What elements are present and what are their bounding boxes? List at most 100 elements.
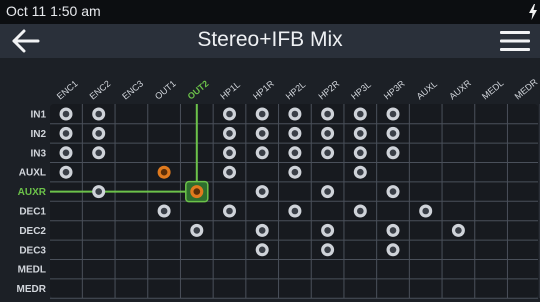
crosspoint-in3-hp2r[interactable] [321,146,335,160]
crosspoint-in2-hp3r[interactable] [386,126,400,140]
crosspoint-node-center [291,130,299,137]
row-label-in1[interactable]: IN1 [30,110,46,121]
crosspoint-node-center [357,110,364,118]
column-label-out2[interactable]: OUT2 [186,78,211,101]
column-label-hp2r[interactable]: HP2R [316,78,341,101]
crosspoint-in2-hp3l[interactable] [353,126,367,140]
column-label-hp1l[interactable]: HP1L [218,79,242,101]
column-label-hp1r[interactable]: HP1R [251,78,276,101]
crosspoint-dec3-hp1r[interactable] [255,243,269,257]
crosspoint-auxl-hp3l[interactable] [353,165,367,179]
crosspoint-node-center [160,207,168,215]
crosspoint-auxr-enc2[interactable] [92,185,106,199]
crosspoint-dec2-hp1r[interactable] [255,223,269,237]
column-label-out1[interactable]: OUT1 [153,78,178,101]
crosspoint-in1-hp1l[interactable] [223,107,236,121]
crosspoint-in1-hp2l[interactable] [288,107,302,121]
row-label-dec1[interactable]: DEC1 [19,207,46,218]
crosspoint-in1-hp2r[interactable] [321,107,335,121]
crosspoint-dec1-out1[interactable] [157,204,171,218]
crosspoint-in3-hp3l[interactable] [353,146,367,160]
column-label-auxl[interactable]: AUXL [415,79,439,102]
crosspoint-in2-hp1r[interactable] [255,126,269,140]
column-label-enc3[interactable]: ENC3 [120,78,145,101]
row-label-in2[interactable]: IN2 [30,129,46,140]
crosspoint-in2-hp2l[interactable] [288,126,302,140]
column-label-hp3l[interactable]: HP3L [349,79,373,101]
crosspoint-in2-enc1[interactable] [59,126,73,140]
crosspoint-auxl-hp1l[interactable] [223,165,236,179]
title-bar: Stereo+IFB Mix [0,24,540,58]
row-label-dec3[interactable]: DEC3 [19,245,46,256]
crosspoint-dec1-hp3l[interactable] [353,204,367,218]
crosspoint-in1-enc2[interactable] [92,107,106,121]
crosspoint-node-center [422,207,429,215]
row-label-medl[interactable]: MEDL [18,265,46,276]
crosspoint-node-center [62,130,70,137]
crosspoint-dec2-auxr[interactable] [451,223,465,237]
crosspoint-auxr-hp1r[interactable] [255,185,269,199]
crosspoint-dec3-hp3r[interactable] [386,243,400,257]
crosspoint-auxr-hp2r[interactable] [321,185,335,199]
crosspoint-node-center [389,227,397,234]
crosspoint-in1-hp3l[interactable] [353,107,367,121]
status-time: Oct 11 1:50 am [6,3,101,19]
crosspoint-node-center [357,207,364,215]
crosspoint-node-center [389,246,397,254]
crosspoint-dec1-hp2l[interactable] [288,204,302,218]
crosspoint-dec2-hp2r[interactable] [321,223,335,237]
crosspoint-node-center [95,130,102,137]
crosspoint-dec2-hp3r[interactable] [386,223,400,237]
crosspoint-in1-enc1[interactable] [59,107,73,121]
column-label-hp3r[interactable]: HP3R [382,78,407,101]
crosspoint-node-center [62,168,70,176]
crosspoint-node-center [193,227,201,234]
crosspoint-node-center [324,246,331,254]
crosspoint-dec3-hp2r[interactable] [321,243,335,257]
crosspoint-in2-hp2r[interactable] [321,126,335,140]
crosspoint-in3-hp1r[interactable] [255,146,269,160]
crosspoint-node-center [324,188,331,195]
crosspoint-in1-hp3r[interactable] [386,107,400,121]
crosspoint-node-center [95,149,102,157]
crosspoint-auxl-hp2l[interactable] [288,165,302,179]
column-label-medr[interactable]: MEDR [513,77,540,102]
crosspoint-in3-enc2[interactable] [92,146,106,160]
row-label-auxl[interactable]: AUXL [19,168,46,179]
crosspoint-auxr-out2[interactable] [190,185,204,199]
column-label-medl[interactable]: MEDL [480,78,506,102]
row-label-medr[interactable]: MEDR [17,284,47,295]
column-label-auxr[interactable]: AUXR [447,77,473,101]
status-bar: Oct 11 1:50 am [0,0,540,24]
crosspoint-node-center [258,188,266,195]
crosspoint-dec2-out2[interactable] [190,223,204,237]
crosspoint-in3-hp3r[interactable] [386,146,400,160]
crosspoint-in2-enc2[interactable] [92,126,106,140]
crosspoint-node-center [193,188,201,195]
row-label-in3[interactable]: IN3 [30,148,46,159]
crosspoint-auxl-enc1[interactable] [59,165,73,179]
crosspoint-in2-hp1l[interactable] [223,126,236,140]
crosspoint-dec1-hp1l[interactable] [223,204,236,218]
crosspoint-in1-hp1r[interactable] [255,107,269,121]
crosspoint-node-center [324,149,331,157]
crosspoint-in3-hp2l[interactable] [288,146,302,160]
crosspoint-dec1-auxl[interactable] [419,204,433,218]
crosspoint-auxr-hp3r[interactable] [386,185,400,199]
column-label-hp2l[interactable]: HP2L [284,79,308,101]
column-label-enc1[interactable]: ENC1 [55,78,80,101]
crosspoint-in3-enc1[interactable] [59,146,73,160]
crosspoint-node-center [258,149,266,157]
crosspoint-node-center [291,149,299,157]
crosspoint-node-center [226,110,233,118]
crosspoint-auxl-out1[interactable] [157,165,171,179]
crosspoint-node-center [160,168,168,176]
crosspoint-in3-hp1l[interactable] [223,146,236,160]
crosspoint-node-center [357,130,364,137]
row-label-dec2[interactable]: DEC2 [19,226,46,237]
crosspoint-node-center [226,168,233,176]
column-label-enc2[interactable]: ENC2 [88,78,113,101]
row-label-auxr[interactable]: AUXR [18,187,47,198]
hamburger-menu-icon[interactable] [500,30,530,52]
crosspoint-node-center [62,149,70,157]
